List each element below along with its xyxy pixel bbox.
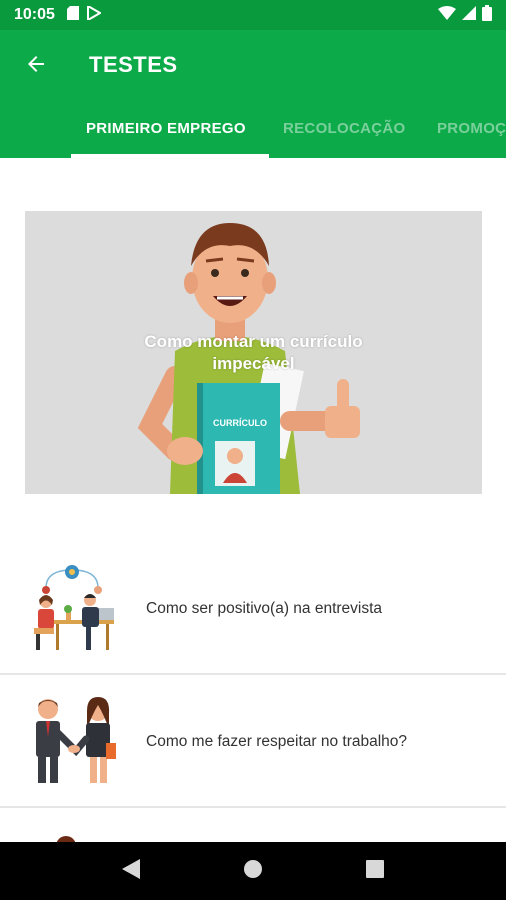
square-recents-icon (366, 859, 384, 883)
list-item-label: Como me fazer respeitar no trabalho? (146, 732, 408, 750)
list-item[interactable] (0, 808, 506, 842)
book-label: CURRÍCULO (213, 418, 267, 428)
back-button[interactable] (20, 50, 52, 82)
battery-icon (482, 4, 492, 26)
list-item[interactable]: Como me fazer respeitar no trabalho? (0, 675, 506, 808)
list-item-label: Como ser positivo(a) na entrevista (146, 599, 383, 617)
status-time: 10:05 (14, 6, 55, 23)
test-list: Como ser positivo(a) na entrevista Como … (0, 542, 506, 842)
play-store-icon (86, 3, 102, 25)
featured-caption: Como montar um currículo impecável (144, 332, 363, 373)
nav-recents-button[interactable] (355, 851, 395, 891)
sd-card-icon (66, 5, 79, 25)
nav-back-button[interactable] (111, 851, 151, 891)
signal-icon (462, 5, 476, 25)
tab-recolocacao[interactable]: RECOLOCAÇÃO (283, 114, 405, 158)
list-item[interactable]: Como ser positivo(a) na entrevista (0, 542, 506, 675)
system-nav-bar (0, 842, 506, 900)
interview-illustration-icon (24, 560, 124, 656)
content-area: CURRÍCULO Como montar um currículo impec… (0, 158, 506, 842)
tab-bar: PRIMEIRO EMPREGO RECOLOCAÇÃO PROMOÇ (0, 114, 506, 158)
featured-card[interactable]: CURRÍCULO Como montar um currículo impec… (25, 211, 482, 494)
circle-home-icon (243, 859, 263, 884)
handshake-illustration-icon (24, 693, 124, 789)
nav-home-button[interactable] (233, 851, 273, 891)
wifi-icon (438, 5, 456, 25)
page-title: TESTES (89, 52, 178, 77)
person-illustration-icon (24, 826, 124, 842)
tab-promocao[interactable]: PROMOÇ (437, 114, 506, 158)
app-bar: TESTES PRIMEIRO EMPREGO RECOLOCAÇÃO PROM… (0, 30, 506, 158)
arrow-back-icon (24, 52, 48, 81)
tab-primeiro-emprego[interactable]: PRIMEIRO EMPREGO (86, 114, 246, 158)
status-bar: 10:05 (0, 0, 506, 30)
triangle-back-icon (122, 858, 140, 884)
